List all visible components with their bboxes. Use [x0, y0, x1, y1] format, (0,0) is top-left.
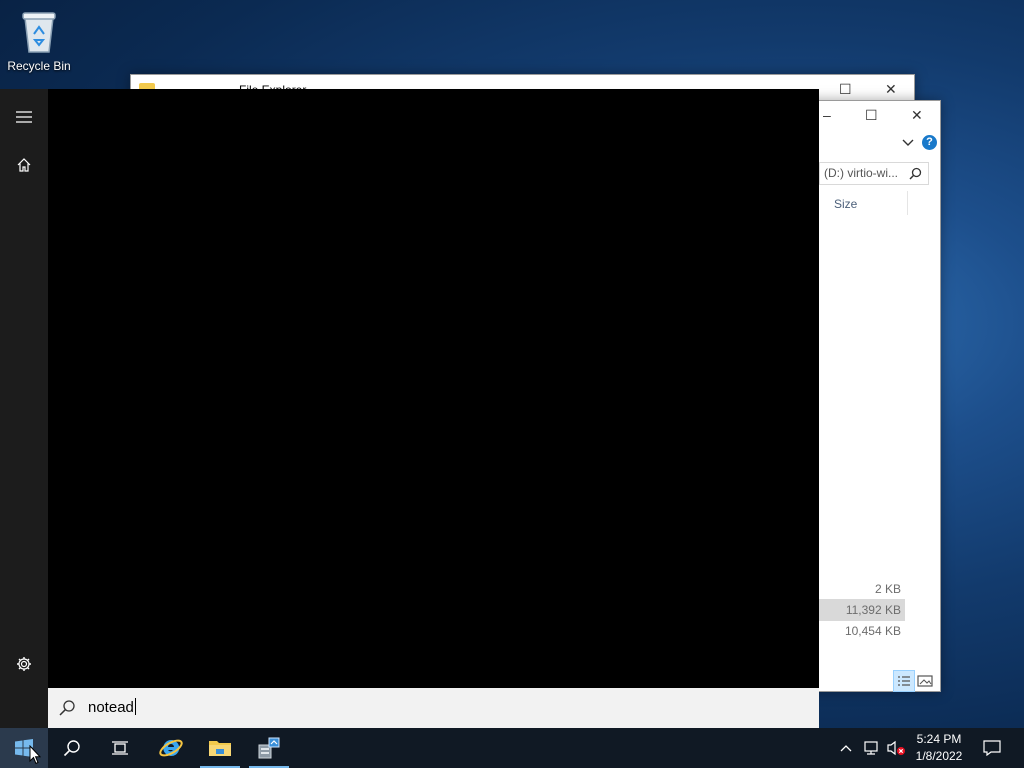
hamburger-icon: [16, 111, 32, 123]
task-view-icon: [112, 741, 128, 755]
clock-time: 5:24 PM: [916, 732, 962, 746]
recycle-bin-icon: [22, 12, 56, 53]
search-icon: [63, 740, 80, 757]
start-button[interactable]: [0, 728, 48, 768]
column-divider: [907, 191, 908, 215]
gear-icon: [17, 657, 31, 671]
size-cell: 10,454 KB: [844, 624, 901, 638]
mouse-cursor-icon: [29, 745, 41, 765]
clock-button[interactable]: 5:24 PM 1/8/2022: [910, 731, 968, 765]
maximize-button[interactable]: ☐: [865, 107, 878, 124]
action-center-button[interactable]: [978, 728, 1006, 768]
home-button[interactable]: [0, 145, 48, 185]
start-menu-rail: [0, 89, 48, 728]
task-view-button[interactable]: [96, 728, 144, 768]
search-box-text: (D:) virtio-wi...: [824, 166, 898, 180]
notification-icon: [983, 740, 1001, 756]
show-hidden-icons-button[interactable]: [836, 728, 856, 768]
expand-menu-button[interactable]: [0, 97, 48, 137]
recycle-bin-desktop-icon[interactable]: Recycle Bin: [4, 6, 74, 73]
large-icons-view-icon[interactable]: [917, 674, 933, 688]
network-button[interactable]: [860, 728, 882, 768]
search-taskbar-button[interactable]: [48, 728, 96, 768]
chevron-down-icon[interactable]: [902, 138, 914, 148]
network-icon: [864, 741, 878, 755]
recycle-bin-label: Recycle Bin: [7, 59, 71, 73]
help-button[interactable]: ?: [922, 135, 937, 150]
folder-icon: [209, 741, 231, 756]
server-manager-taskbar-button[interactable]: [245, 728, 293, 768]
search-input[interactable]: notead: [88, 698, 136, 716]
home-icon: [17, 158, 31, 172]
server-manager-icon: [258, 737, 280, 759]
clock-date: 1/8/2022: [915, 749, 963, 763]
close-button[interactable]: ✕: [885, 81, 897, 98]
details-view-icon: [898, 676, 910, 686]
size-column-header[interactable]: Size: [834, 197, 857, 211]
close-button[interactable]: ✕: [911, 107, 923, 124]
size-cell: 11,392 KB: [845, 603, 901, 617]
size-cell: 2 KB: [874, 582, 901, 596]
internet-explorer-icon: [159, 739, 183, 757]
search-bar[interactable]: notead: [48, 688, 819, 728]
search-box[interactable]: (D:) virtio-wi...: [819, 162, 929, 185]
text-caret: [134, 698, 136, 715]
start-menu: [0, 89, 819, 728]
search-icon: [59, 700, 75, 716]
minimize-button[interactable]: –: [823, 107, 831, 123]
volume-muted-icon: [887, 740, 905, 756]
volume-button[interactable]: [884, 728, 908, 768]
taskbar: 5:24 PM 1/8/2022: [0, 728, 1024, 768]
internet-explorer-taskbar-button[interactable]: [147, 728, 195, 768]
chevron-up-icon: [840, 745, 852, 752]
file-explorer-taskbar-button[interactable]: [196, 728, 244, 768]
maximize-button[interactable]: ☐: [839, 81, 852, 98]
search-icon: [909, 167, 922, 180]
settings-button[interactable]: [0, 644, 48, 684]
search-query: notead: [88, 699, 134, 716]
